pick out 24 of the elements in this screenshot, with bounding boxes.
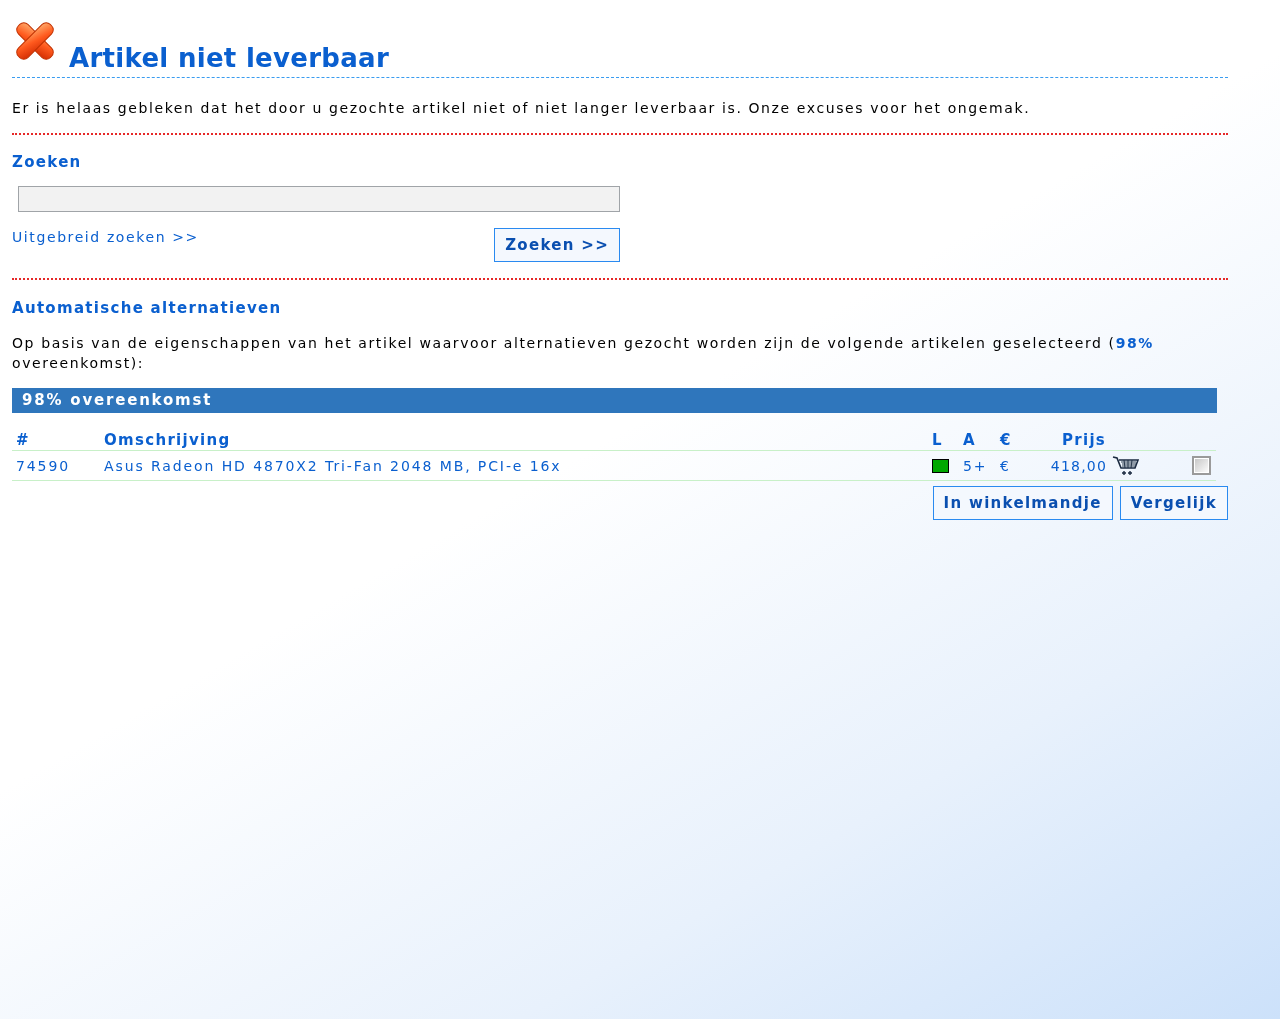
column-header: Omschrijving <box>104 431 232 449</box>
price-cell-text: 418,00 <box>1049 457 1107 474</box>
description-cell[interactable]: Asus Radeon HD 4870X2 Tri-Fan 2048 MB, PCI-e 16x <box>104 457 932 474</box>
intro-text: Er is helaas gebleken dat het door u gezochte artikel niet of niet langer leverbaar is. Onze excuses voor het ongemak. <box>12 99 1032 117</box>
page-title: Artikel niet leverbaar <box>69 42 390 74</box>
column-header: L <box>932 431 944 449</box>
action-button[interactable]: Vergelijk <box>1119 486 1228 520</box>
column-header: € <box>1000 431 1013 449</box>
group-title-bar: 98% overeenkomst <box>12 388 1217 413</box>
column-header: Prijs <box>1061 431 1107 449</box>
cart-icon[interactable] <box>1112 455 1140 476</box>
search-field[interactable] <box>18 186 620 212</box>
section-heading: Zoeken <box>12 153 83 171</box>
action-button[interactable]: In winkelmandje <box>932 486 1113 520</box>
article-number-cell[interactable]: 74590 <box>12 457 104 474</box>
column-header: # <box>15 431 31 449</box>
currency-cell-text: € <box>1000 457 1012 474</box>
search-button[interactable]: Zoeken >> <box>494 228 620 262</box>
availability-cell-text: 5+ <box>963 457 989 474</box>
advanced-search-link[interactable]: Uitgebreid zoeken >> <box>12 228 199 246</box>
description-text: Op basis van de eigenschappen van het artikel waarvoor alternatieven gezocht worden zijn de volgende artikelen geselecteerd (98% overeenkomst): <box>12 334 1155 373</box>
compare-checkbox[interactable] <box>1192 456 1211 475</box>
column-header: A <box>963 431 977 449</box>
section-heading: Automatische alternatieven <box>12 299 283 317</box>
